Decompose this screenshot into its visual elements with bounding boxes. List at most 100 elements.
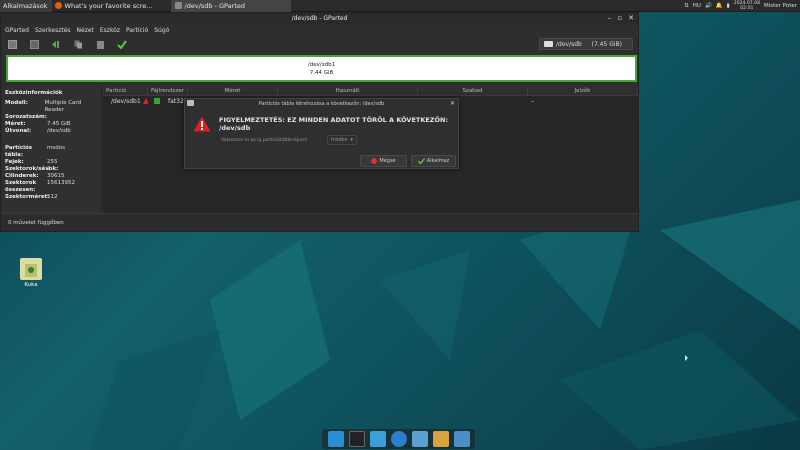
dialog-app-icon [187,100,194,106]
folder-icon[interactable] [453,431,470,447]
show-desktop-icon[interactable] [327,431,344,447]
column-header-flags[interactable]: Jelzők [528,87,638,95]
cancel-button[interactable]: Mégse [360,155,407,167]
copy-button[interactable] [73,39,83,49]
terminal-icon[interactable] [348,431,365,447]
menu-help[interactable]: Súgó [154,27,169,34]
info-row: Partíciós tábla: msdos [5,145,65,158]
device-selector[interactable]: /dev/sdb (7.45 GiB) [539,38,633,50]
device-size: (7.45 GiB) [591,40,622,48]
window-titlebar[interactable]: /dev/sdb - GParted – ▫ ✕ [1,13,638,24]
clock-date: 2024.07.08 [733,0,761,6]
disk-graphic[interactable]: /dev/sdb1 7.44 GiB [6,55,637,82]
paste-button[interactable] [95,39,105,49]
maximize-icon[interactable]: ▫ [617,14,622,22]
checkmark-icon [117,39,127,49]
apply-button-label: Alkalmaz [426,158,450,164]
info-row: Szektorméret: 512 [5,194,58,200]
trash-icon [20,258,42,280]
user-menu[interactable]: Mister Poter [764,3,797,9]
pending-operations-status: 0 művelet függőben [8,219,64,226]
toolbar: /dev/sdb (7.45 GiB) [1,36,638,52]
info-row: Szektorok/sávok: 2 [5,166,59,172]
table-type-label: Válasszon ki az új partíciótábla-típust: [221,138,309,143]
drive-icon [544,41,553,47]
taskbar-item-gparted[interactable]: /dev/sdb - GParted [170,0,291,12]
taskbar-item-label: /dev/sdb - GParted [184,1,245,10]
resize-move-button[interactable] [51,39,61,49]
dock [322,429,475,449]
info-row: Cilinderek: 30615 [5,173,65,179]
dialog-title: Partíciós tábla létrehozása a következőn… [258,101,385,107]
battery-icon[interactable]: ▮ [727,3,730,9]
cell-partition: /dev/sdb1 [111,97,141,105]
network-icon[interactable]: ⇅ [684,3,689,9]
close-icon[interactable]: ✕ [628,14,634,22]
cancel-icon [371,158,378,164]
application-icon[interactable] [432,431,449,447]
apply-operations-button[interactable] [117,39,127,49]
firefox-icon [54,2,62,9]
volume-icon[interactable]: 🔊 [705,3,712,9]
device-info-title: Eszközinformációk [5,90,63,96]
delete-partition-icon [29,39,39,49]
file-manager-icon[interactable] [369,431,386,447]
browser-icon[interactable] [390,431,407,447]
taskbar-item-label: What's your favorite scre... [64,1,153,10]
column-header-filesystem[interactable]: Fájlrendszer [148,87,188,95]
filesystem-color-swatch [154,98,160,104]
window-title: /dev/sdb - GParted [291,15,348,22]
paste-icon [96,40,104,49]
applications-menu[interactable]: Alkalmazások [0,0,51,12]
cancel-button-label: Mégse [379,158,396,164]
menu-edit[interactable]: Szerkesztés [35,27,71,34]
info-row: Szektorok összesen: 15613952 [5,180,75,193]
search-icon[interactable] [411,431,428,447]
info-row: Fejek: 255 [5,159,58,165]
disk-graphic-size: 7.44 GiB [309,69,334,76]
column-header-partition[interactable]: Partíció [103,87,148,95]
keyboard-layout[interactable]: HU [693,3,701,9]
new-partition-button[interactable] [7,39,17,49]
resize-move-icon [52,40,59,48]
system-tray: ⇅ HU 🔊 🔔 ▮ 2024.07.08 02:01 Mister Poter [684,1,800,11]
info-row: Sorozatszám: [5,114,47,120]
notifications-icon[interactable]: 🔔 [716,3,723,9]
column-header-size[interactable]: Méret [188,87,278,95]
cell-filesystem: fat32 [168,97,184,105]
chevron-down-icon: ▾ [350,137,353,143]
column-header-free[interactable]: Szabad [418,87,528,95]
menubar: GParted Szerkesztés Nézet Eszköz Partíci… [1,24,638,36]
clock-time: 02:01 [740,5,754,11]
cell-flags: – [531,97,534,105]
gparted-icon [174,2,182,9]
menu-view[interactable]: Nézet [77,27,94,34]
mouse-cursor [685,355,688,361]
copy-icon [74,40,82,48]
minimize-icon[interactable]: – [608,14,612,22]
desktop-trash[interactable]: Kuka [19,258,43,288]
checkmark-icon [417,158,425,164]
column-header-used[interactable]: Használt [278,87,418,95]
menu-device[interactable]: Eszköz [100,27,120,34]
dialog-titlebar[interactable]: Partíciós tábla létrehozása a következőn… [185,99,458,109]
info-row: Modell: Multiple Card Reader [5,100,82,113]
trash-label: Kuka [24,282,38,288]
apply-button[interactable]: Alkalmaz [411,155,456,167]
dialog-warning-heading: FIGYELMEZTETÉS: EZ MINDEN ADATOT TÖRÖL A… [219,116,449,132]
new-partition-icon [7,39,17,49]
menu-gparted[interactable]: GParted [5,27,29,34]
delete-partition-button[interactable] [29,39,39,49]
table-type-select[interactable]: msdos ▾ [327,135,357,145]
device-name: /dev/sdb [556,40,582,48]
menu-partition[interactable]: Partíció [126,27,148,34]
create-partition-table-dialog: Partíciós tábla létrehozása a következőn… [184,98,459,169]
dialog-close-icon[interactable]: ✕ [450,100,455,107]
info-row: Méret: 7.45 GiB [5,121,71,127]
clock[interactable]: 2024.07.08 02:01 [734,1,760,11]
table-type-value: msdos [331,137,348,143]
disk-graphic-partition: /dev/sdb1 [307,61,336,68]
taskbar-item-browser[interactable]: What's your favorite scre... [50,0,171,12]
warning-icon [193,116,211,132]
applications-menu-label: Alkalmazások [3,1,48,10]
